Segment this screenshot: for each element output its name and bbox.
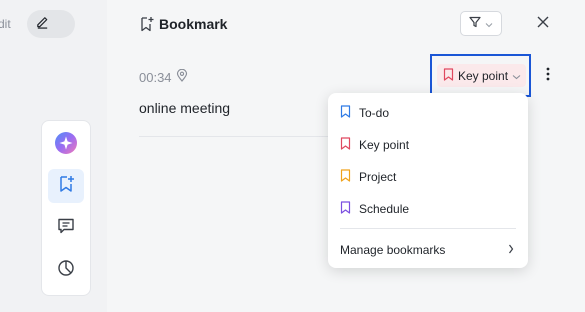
chevron-right-icon <box>508 243 514 257</box>
comments-button[interactable] <box>48 211 84 245</box>
bookmark-icon <box>340 201 351 217</box>
tool-rail <box>41 120 91 296</box>
manage-bookmarks-label: Manage bookmarks <box>340 243 446 257</box>
menu-divider <box>340 228 516 229</box>
bookmark-icon <box>340 105 351 121</box>
timestamp-text: 00:34 <box>139 69 172 85</box>
bookmark-type-chip[interactable]: Key point <box>437 64 526 87</box>
menu-item-label: To-do <box>359 106 390 120</box>
more-vertical-icon <box>546 67 550 86</box>
more-options-button[interactable] <box>541 66 555 86</box>
edit-label[interactable]: dit <box>0 17 11 31</box>
bookmark-rail-button[interactable] <box>48 169 84 203</box>
bookmark-icon <box>443 67 454 84</box>
bookmark-note[interactable]: online meeting <box>139 100 230 116</box>
bookmark-icon <box>340 137 351 153</box>
menu-item-schedule[interactable]: Schedule <box>328 195 528 223</box>
menu-item-to-do[interactable]: To-do <box>328 99 528 127</box>
statistics-button[interactable] <box>48 253 84 287</box>
pen-icon <box>35 14 50 34</box>
bookmark-icon <box>340 169 351 185</box>
message-icon <box>56 216 76 241</box>
close-icon <box>537 15 549 33</box>
menu-item-label: Schedule <box>359 202 410 216</box>
menu-item-project[interactable]: Project <box>328 163 528 191</box>
filter-icon <box>469 15 481 33</box>
bookmark-type-dropdown[interactable]: Key point <box>430 54 531 97</box>
page-title: Bookmark <box>159 16 228 32</box>
bookmark-add-icon <box>140 16 155 37</box>
menu-item-label: Project <box>359 170 397 184</box>
menu-item-label: Key point <box>359 138 410 152</box>
bookmark-timestamp[interactable]: 00:34 <box>139 68 188 85</box>
filter-button[interactable] <box>460 11 502 36</box>
close-button[interactable] <box>533 14 553 34</box>
pie-chart-icon <box>56 258 76 283</box>
location-pin-icon <box>176 68 188 85</box>
bookmark-type-menu: To-do Key point Project Schedule Manage … <box>328 93 528 268</box>
ai-sparkle-icon <box>54 131 78 160</box>
bookmark-add-icon <box>56 174 76 199</box>
chevron-down-icon <box>512 69 521 83</box>
bookmark-type-label: Key point <box>458 68 509 83</box>
menu-item-key-point[interactable]: Key point <box>328 131 528 159</box>
ai-assistant-button[interactable] <box>48 128 84 162</box>
manage-bookmarks-item[interactable]: Manage bookmarks <box>328 236 528 264</box>
chevron-down-icon <box>485 15 493 33</box>
left-pane: dit <box>0 0 107 312</box>
edit-button[interactable] <box>27 10 75 38</box>
